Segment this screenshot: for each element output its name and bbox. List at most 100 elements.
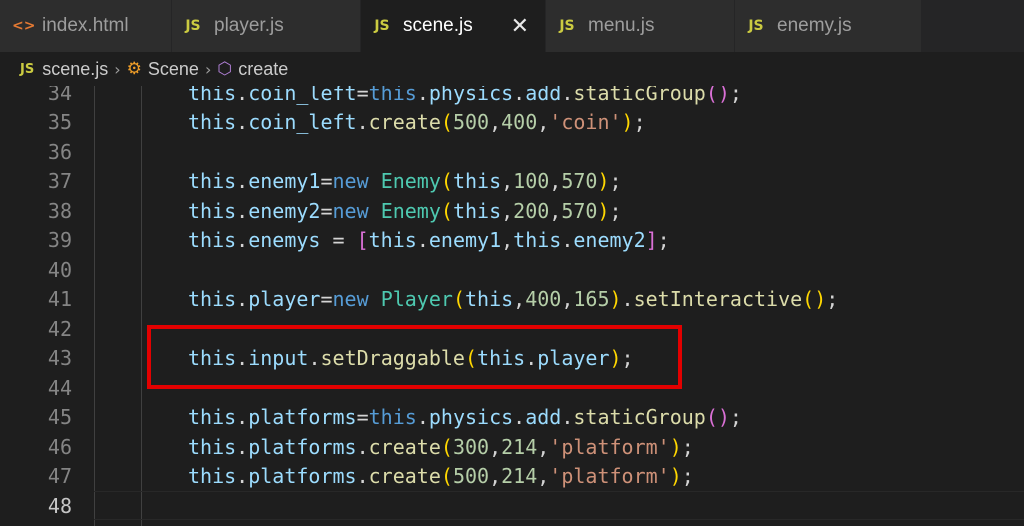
code-token: 'coin' bbox=[549, 110, 622, 135]
code-token: . bbox=[236, 110, 249, 135]
code-token: ; bbox=[826, 287, 839, 312]
code-token: new bbox=[332, 287, 369, 312]
code-token: 570 bbox=[561, 198, 598, 223]
line-number: 41 bbox=[47, 287, 72, 312]
code-token: setInteractive bbox=[633, 287, 803, 312]
code-token: coin_left bbox=[248, 110, 357, 135]
line-number: 34 bbox=[47, 86, 72, 105]
line-number: 40 bbox=[47, 257, 72, 282]
line-number: 38 bbox=[47, 198, 72, 223]
tab-index-html[interactable]: <> index.html bbox=[0, 0, 172, 52]
code-token: this bbox=[368, 405, 417, 430]
line-number: 42 bbox=[47, 316, 72, 341]
code-line[interactable]: 39 this.enemys = [this.enemy1,this.enemy2… bbox=[0, 226, 1024, 256]
code-token: 300 bbox=[452, 434, 490, 459]
code-token: this bbox=[464, 287, 514, 312]
code-token: new bbox=[332, 198, 369, 223]
tab-player-js[interactable]: JS player.js bbox=[172, 0, 361, 52]
code-token: . bbox=[236, 405, 249, 430]
code-token: 500 bbox=[452, 110, 490, 135]
code-token: , bbox=[537, 434, 550, 459]
breadcrumb-method[interactable]: create bbox=[238, 59, 288, 80]
code-token: , bbox=[501, 198, 514, 223]
line-number: 36 bbox=[47, 139, 72, 164]
html-file-icon: <> bbox=[12, 18, 36, 34]
line-number: 35 bbox=[47, 110, 72, 135]
code-token: 'platform' bbox=[549, 464, 670, 489]
code-token: 400 bbox=[501, 110, 538, 135]
js-file-icon: JS bbox=[374, 18, 390, 34]
code-token: , bbox=[549, 198, 562, 223]
code-token: platforms bbox=[248, 434, 357, 459]
code-token: add bbox=[525, 86, 562, 105]
line-number: 47 bbox=[47, 464, 72, 489]
code-token: ( bbox=[440, 464, 453, 489]
code-token: this bbox=[188, 169, 237, 194]
code-token: . bbox=[561, 405, 574, 430]
code-token: this bbox=[452, 169, 502, 194]
code-token: enemys bbox=[248, 228, 321, 253]
code-token: = bbox=[356, 405, 369, 430]
code-token: . bbox=[561, 228, 574, 253]
code-token: = bbox=[320, 169, 333, 194]
code-token: ( bbox=[440, 110, 453, 135]
code-token: ; bbox=[657, 228, 670, 253]
code-token: this bbox=[188, 110, 237, 135]
tab-scene-js[interactable]: JS scene.js ✕ bbox=[361, 0, 546, 52]
line-number: 48 bbox=[47, 493, 72, 518]
code-token: ( bbox=[452, 287, 465, 312]
code-text: this.platforms.create(300,214,'platform'… bbox=[188, 435, 694, 459]
code-token: 'platform' bbox=[549, 434, 670, 459]
code-token: ) bbox=[597, 169, 610, 194]
code-token: ( bbox=[705, 405, 718, 430]
code-token: , bbox=[501, 228, 514, 253]
code-line[interactable]: 47 this.platforms.create(500,214,'platfor… bbox=[0, 462, 1024, 492]
js-file-icon: JS bbox=[559, 18, 575, 34]
code-token: this bbox=[188, 86, 237, 105]
code-token: ; bbox=[729, 405, 742, 430]
code-token: create bbox=[368, 434, 441, 459]
code-line[interactable]: 48 bbox=[0, 491, 1024, 521]
code-text: this.enemy2=new Enemy(this,200,570); bbox=[188, 199, 622, 223]
code-editor[interactable]: 34 this.coin_left=this.physics.add.static… bbox=[0, 86, 1024, 526]
code-line[interactable]: 41 this.player=new Player(this,400,165).s… bbox=[0, 285, 1024, 315]
code-token: 100 bbox=[513, 169, 550, 194]
code-token: ) bbox=[669, 464, 682, 489]
code-line[interactable]: 36 bbox=[0, 137, 1024, 167]
code-line[interactable]: 37 this.enemy1=new Enemy(this,100,570); bbox=[0, 167, 1024, 197]
tab-menu-js[interactable]: JS menu.js bbox=[546, 0, 735, 52]
code-token: this bbox=[188, 198, 237, 223]
code-token: ( bbox=[802, 287, 815, 312]
code-line[interactable]: 35 this.coin_left.create(500,400,'coin'); bbox=[0, 108, 1024, 138]
tab-enemy-js[interactable]: JS enemy.js bbox=[735, 0, 922, 52]
code-text: this.player=new Player(this,400,165).set… bbox=[188, 287, 838, 311]
code-line[interactable]: 34 this.coin_left=this.physics.add.static… bbox=[0, 86, 1024, 108]
code-token: . bbox=[236, 464, 249, 489]
code-token: 570 bbox=[561, 169, 598, 194]
code-token: . bbox=[356, 464, 369, 489]
code-token: ( bbox=[705, 86, 718, 105]
code-line[interactable]: 45 this.platforms=this.physics.add.static… bbox=[0, 403, 1024, 433]
code-token: , bbox=[489, 110, 502, 135]
code-line[interactable]: 40 bbox=[0, 255, 1024, 285]
js-file-icon: JS bbox=[185, 18, 201, 34]
code-token: . bbox=[561, 86, 574, 105]
code-line[interactable]: 46 this.platforms.create(300,214,'platfor… bbox=[0, 432, 1024, 462]
code-token: ) bbox=[597, 198, 610, 223]
tab-label: index.html bbox=[42, 15, 129, 36]
line-number: 39 bbox=[47, 228, 72, 253]
code-line[interactable]: 38 this.enemy2=new Enemy(this,200,570); bbox=[0, 196, 1024, 226]
code-token: 214 bbox=[501, 464, 538, 489]
code-token: ; bbox=[681, 434, 694, 459]
code-token: . bbox=[236, 198, 249, 223]
code-token: = bbox=[320, 198, 333, 223]
breadcrumb-file[interactable]: scene.js bbox=[42, 59, 108, 80]
breadcrumb-class[interactable]: Scene bbox=[148, 59, 199, 80]
js-file-icon: JS bbox=[748, 18, 764, 34]
code-token: this bbox=[188, 228, 237, 253]
code-token: ) bbox=[717, 405, 730, 430]
code-text: this.coin_left.create(500,400,'coin'); bbox=[188, 110, 646, 134]
close-icon[interactable]: ✕ bbox=[511, 14, 529, 39]
code-token: 500 bbox=[452, 464, 490, 489]
code-token: [ bbox=[356, 228, 369, 253]
